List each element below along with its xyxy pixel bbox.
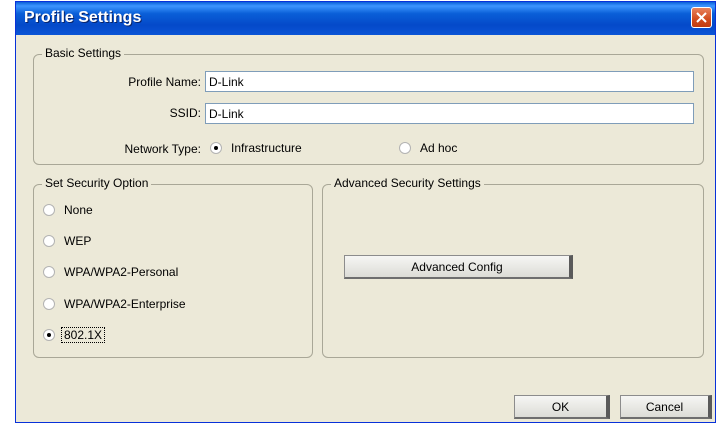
ssid-label: SSID: — [169, 106, 201, 120]
close-icon — [696, 12, 707, 23]
cancel-button[interactable]: Cancel — [620, 395, 712, 419]
radio-button[interactable] — [43, 235, 55, 247]
security-option-legend: Set Security Option — [42, 176, 152, 190]
advanced-config-button[interactable]: Advanced Config — [344, 255, 573, 279]
radio-button-checked[interactable] — [43, 329, 55, 341]
radio-button[interactable] — [43, 298, 55, 310]
profile-name-field[interactable] — [205, 71, 694, 92]
close-button[interactable] — [691, 7, 712, 28]
network-type-label: Network Type: — [124, 142, 201, 156]
window-title: Profile Settings — [24, 9, 142, 26]
security-8021x-label: 802.1X — [61, 327, 106, 343]
title-bar[interactable]: Profile Settings — [16, 2, 715, 35]
security-wpa-enterprise-radio[interactable]: WPA/WPA2-Enterprise — [43, 295, 186, 313]
ssid-field[interactable] — [205, 103, 694, 124]
security-none-label: None — [64, 203, 93, 217]
security-wpa-personal-radio[interactable]: WPA/WPA2-Personal — [43, 263, 178, 281]
profile-settings-dialog: Profile Settings Basic Settings Profile … — [15, 1, 716, 423]
adhoc-label: Ad hoc — [420, 141, 458, 155]
radio-button-checked[interactable] — [210, 142, 222, 154]
security-wep-label: WEP — [64, 234, 92, 248]
security-wpa-personal-label: WPA/WPA2-Personal — [64, 265, 179, 279]
radio-button[interactable] — [43, 204, 55, 216]
security-none-radio[interactable]: None — [43, 201, 93, 219]
security-8021x-radio[interactable]: 802.1X — [43, 326, 106, 344]
basic-settings-legend: Basic Settings — [42, 46, 125, 60]
network-type-infrastructure-radio[interactable]: Infrastructure — [210, 139, 302, 157]
security-wpa-enterprise-label: WPA/WPA2-Enterprise — [64, 297, 186, 311]
network-type-adhoc-radio[interactable]: Ad hoc — [399, 139, 457, 157]
radio-button[interactable] — [43, 266, 55, 278]
advanced-security-legend: Advanced Security Settings — [331, 176, 484, 190]
security-wep-radio[interactable]: WEP — [43, 232, 91, 250]
ok-button[interactable]: OK — [514, 395, 610, 419]
infrastructure-label: Infrastructure — [231, 141, 302, 155]
radio-button[interactable] — [399, 142, 411, 154]
profile-name-label: Profile Name: — [128, 75, 201, 89]
